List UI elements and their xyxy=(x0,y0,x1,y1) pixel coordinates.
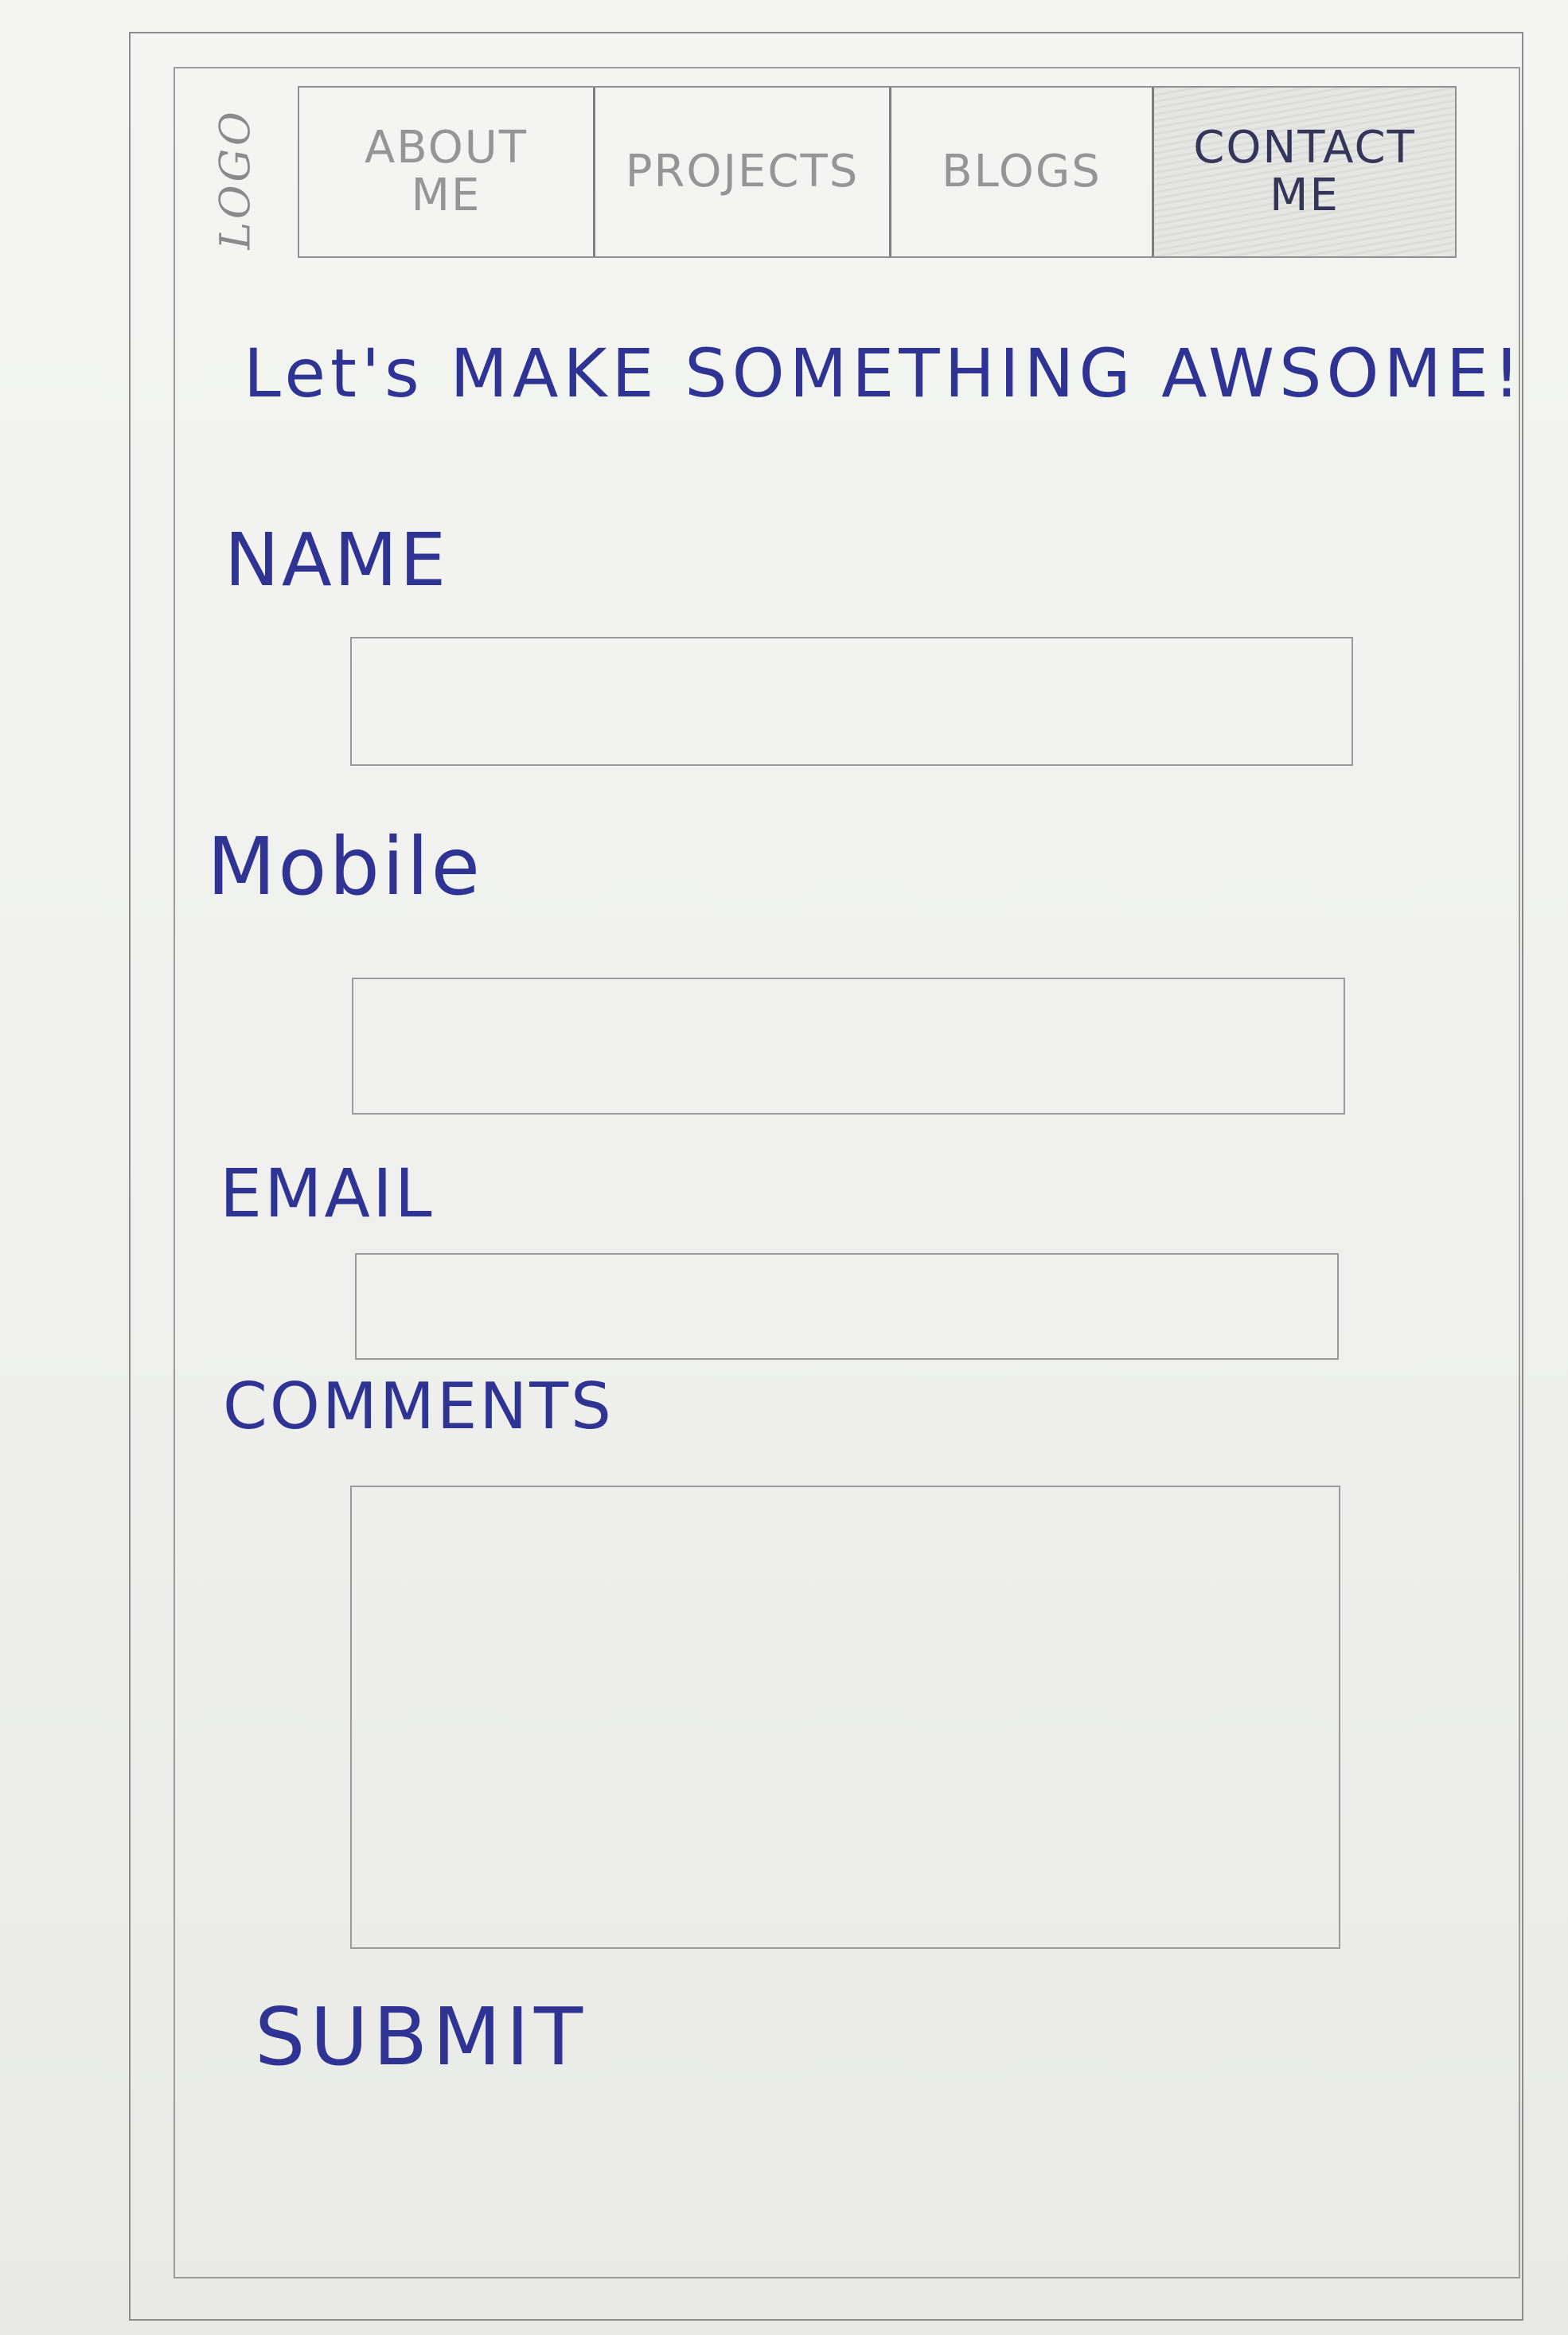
mobile-input[interactable] xyxy=(352,978,1345,1115)
nav-item-projects[interactable]: PROJECTS xyxy=(595,88,891,256)
nav-item-contact-me[interactable]: CONTACT ME xyxy=(1154,88,1455,256)
mobile-label: Mobile xyxy=(207,820,483,913)
comments-label: COMMENTS xyxy=(223,1369,614,1443)
email-label: EMAIL xyxy=(220,1154,435,1232)
name-input[interactable] xyxy=(350,637,1353,766)
nav-item-about-me[interactable]: ABOUT ME xyxy=(299,88,595,256)
name-label: NAME xyxy=(224,517,449,603)
page-headline: Let's MAKE SOMETHING AWSOME! xyxy=(244,334,1525,412)
logo-text: LOGO xyxy=(213,108,260,250)
main-nav: ABOUT ME PROJECTS BLOGS CONTACT ME xyxy=(298,86,1457,258)
comments-textarea[interactable] xyxy=(350,1486,1340,1949)
logo[interactable]: LOGO xyxy=(188,100,285,259)
email-input[interactable] xyxy=(355,1253,1339,1360)
nav-item-blogs[interactable]: BLOGS xyxy=(891,88,1154,256)
submit-button[interactable]: SUBMIT xyxy=(255,1990,587,2083)
